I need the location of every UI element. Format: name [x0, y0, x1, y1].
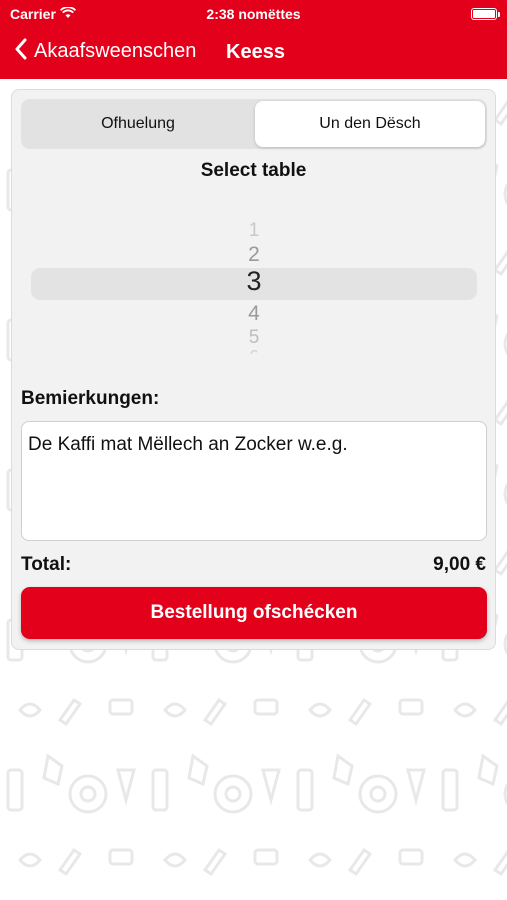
status-bar: Carrier 2:38 nomëttes [0, 0, 507, 28]
picker-option[interactable]: 4 [21, 302, 487, 326]
page-title: Keess [226, 41, 285, 63]
segment-pickup[interactable]: Ofhuelung [23, 101, 253, 147]
picker-option-selected[interactable]: 3 [21, 266, 487, 297]
total-value: 9,00 € [433, 554, 486, 575]
checkout-button[interactable]: Bestellung ofschécken [21, 587, 487, 639]
picker-option[interactable]: 5 [21, 327, 487, 347]
remarks-label: Bemierkungen: [21, 388, 160, 409]
table-picker[interactable]: 1 2 3 4 5 6 [21, 212, 487, 372]
order-card: Ofhuelung Un den Dësch Select table 1 2 … [11, 89, 496, 650]
top-bar: Carrier 2:38 nomëttes Akaafsweenschen Ke… [0, 0, 507, 79]
back-button[interactable]: Akaafsweenschen [14, 38, 196, 65]
picker-option[interactable]: 6 [21, 348, 487, 354]
segment-at-table[interactable]: Un den Dësch [255, 101, 485, 147]
picker-option[interactable]: 1 [21, 220, 487, 242]
back-label: Akaafsweenschen [34, 40, 197, 62]
select-table-title: Select table [200, 160, 307, 181]
order-type-segmented-control: Ofhuelung Un den Dësch [21, 99, 487, 149]
navigation-bar: Akaafsweenschen Keess [0, 36, 507, 70]
remarks-textarea[interactable]: De Kaffi mat Mëllech an Zocker w.e.g. [21, 421, 487, 541]
battery-icon [471, 8, 500, 20]
total-label: Total: [21, 554, 72, 575]
chevron-left-icon [14, 38, 28, 65]
picker-option[interactable]: 2 [21, 243, 487, 267]
status-time: 2:38 nomëttes [206, 6, 301, 22]
